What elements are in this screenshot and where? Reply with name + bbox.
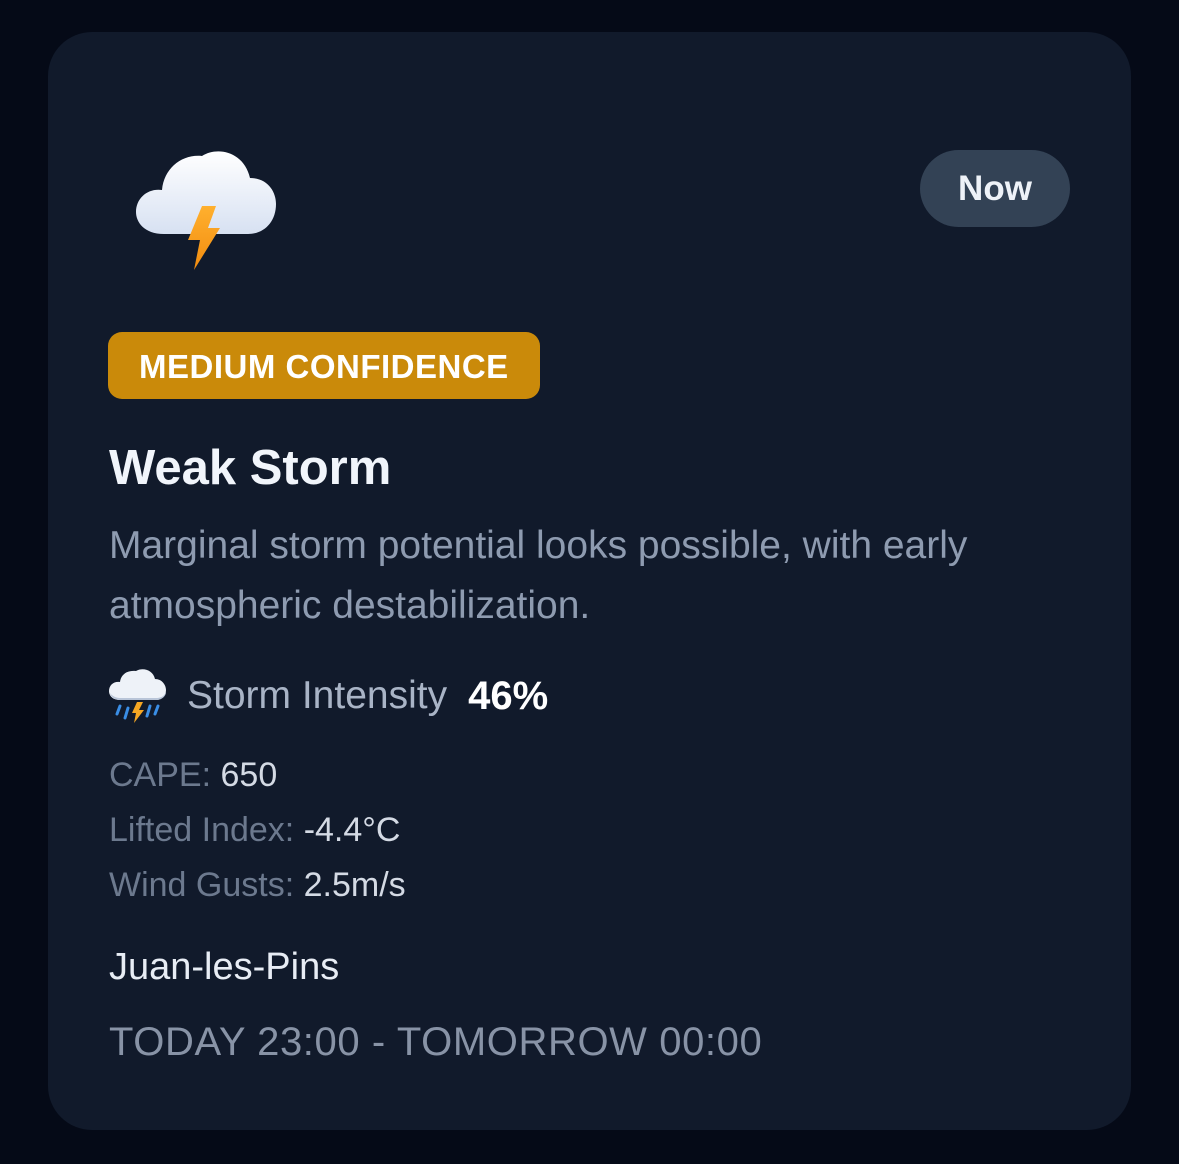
alert-description: Marginal storm potential looks possible,… xyxy=(109,524,968,627)
metric-key: Wind Gusts: xyxy=(109,866,295,904)
metric-value: -4.4°C xyxy=(303,811,401,849)
metric-value: 650 xyxy=(220,756,278,794)
metric-wind-gusts: Wind Gusts: 2.5m/s xyxy=(109,866,406,905)
metric-cape: CAPE: 650 xyxy=(109,756,277,795)
metric-key: Lifted Index: xyxy=(109,811,295,849)
cloud-rain-lightning-icon xyxy=(109,669,166,723)
storm-alert-card[interactable]: Now MEDIUM CONFIDENCE Weak Storm Margina… xyxy=(48,32,1131,1130)
storm-intensity-row: Storm Intensity 46% xyxy=(108,666,548,726)
confidence-badge: MEDIUM CONFIDENCE xyxy=(108,332,540,399)
thunderstorm-cloud-icon xyxy=(136,151,276,270)
metric-value: 2.5m/s xyxy=(303,866,406,904)
alert-title: Weak Storm xyxy=(109,441,392,495)
intensity-label: Storm Intensity xyxy=(187,674,448,717)
location-name: Juan-les-Pins xyxy=(109,946,340,988)
intensity-value: 46% xyxy=(468,673,549,718)
metric-key: CAPE: xyxy=(109,756,212,794)
metric-lifted-index: Lifted Index: -4.4°C xyxy=(109,811,400,850)
time-pill-now[interactable]: Now xyxy=(920,150,1070,227)
time-range: TODAY 23:00 - TOMORROW 00:00 xyxy=(109,1020,763,1064)
